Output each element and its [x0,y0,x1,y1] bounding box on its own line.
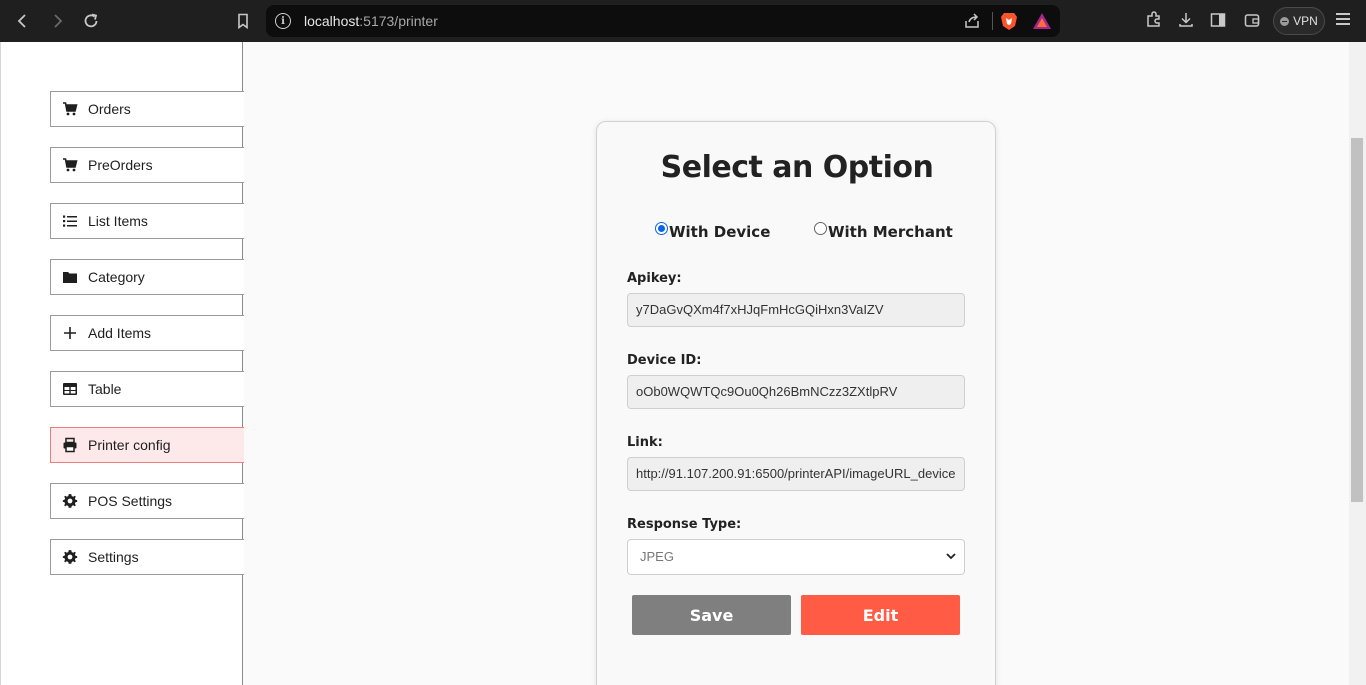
sidebar-item-label: PreOrders [88,157,153,173]
gear-icon [62,549,78,565]
edit-button[interactable]: Edit [801,595,960,635]
sidebar-item-label: Table [88,381,122,397]
apikey-input[interactable]: y7DaGvQXm4f7xHJqFmHcGQiHxn3VaIZV [627,293,965,327]
scrollbar-thumb[interactable] [1351,138,1363,502]
download-icon[interactable] [1177,11,1195,33]
reload-icon[interactable] [79,9,103,33]
sidebar-item-list-items[interactable]: List Items [50,203,244,239]
address-bar[interactable]: i localhost:5173/printer [266,5,1060,37]
device-id-label: Device ID: [627,353,702,368]
brave-rewards-icon[interactable] [1032,11,1052,35]
sidebar-item-table[interactable]: Table [50,371,244,407]
extensions-icon[interactable] [1145,11,1163,33]
sidebar-item-orders[interactable]: Orders [50,91,244,127]
table-icon [62,381,78,397]
url-text[interactable]: localhost:5173/printer [304,13,438,29]
sidebar-item-label: List Items [88,213,148,229]
radio-label: With Merchant [828,223,953,241]
page-title: Select an Option [660,150,934,185]
device-id-input[interactable]: oOb0WQWTQc9Ou0Qh26BmNCzz3ZXtlpRV [627,375,965,409]
bookmark-icon[interactable] [231,9,255,33]
sidebar-item-preorders[interactable]: PreOrders [50,147,244,183]
response-type-value: JPEG [640,549,674,564]
apikey-label: Apikey: [627,271,682,286]
folder-icon [62,269,78,285]
radio-circle[interactable] [814,222,827,235]
site-info-icon[interactable]: i [275,13,291,29]
browser-toolbar: i localhost:5173/printer VPN [0,0,1366,42]
wallet-icon[interactable] [1243,11,1261,33]
chevron-down-icon [946,553,956,560]
menu-icon[interactable] [1336,13,1350,28]
divider [992,12,993,30]
sidebar-item-label: Category [88,269,145,285]
vpn-status-icon [1280,16,1290,26]
link-label: Link: [627,435,663,450]
cart-icon [62,101,78,117]
cart-icon [62,157,78,173]
sidebar-item-settings[interactable]: Settings [50,539,244,575]
with-device-radio[interactable]: With Device [655,220,770,241]
save-button[interactable]: Save [632,595,791,635]
printer-config-card: Select an Option With Device With Mercha… [596,121,996,685]
radio-circle[interactable] [655,222,668,235]
brave-shields-icon[interactable] [999,11,1019,35]
sidebar-item-add-items[interactable]: Add Items [50,315,244,351]
sidebar-item-label: POS Settings [88,493,173,509]
page-viewport: Orders PreOrders List Items Category Add… [0,42,1366,685]
plus-icon [62,325,78,341]
response-type-label: Response Type: [627,517,742,532]
vpn-button[interactable]: VPN [1273,7,1325,35]
sidebar-toggle-icon[interactable] [1209,11,1227,33]
list-icon [62,213,78,229]
forward-icon[interactable] [45,9,69,33]
share-icon[interactable] [963,12,981,34]
radio-label: With Device [669,223,771,241]
sidebar-item-printer-config[interactable]: Printer config [50,427,244,463]
gear-icon [62,493,78,509]
sidebar-item-label: Printer config [88,437,171,453]
sidebar-item-label: Settings [88,549,139,565]
vpn-label: VPN [1293,14,1318,28]
back-icon[interactable] [11,9,35,33]
printer-icon [62,437,78,453]
sidebar-item-category[interactable]: Category [50,259,244,295]
sidebar-item-label: Orders [88,101,131,117]
sidebar-item-pos-settings[interactable]: POS Settings [50,483,244,519]
link-input[interactable]: http://91.107.200.91:6500/printerAPI/ima… [627,457,965,491]
with-merchant-radio[interactable]: With Merchant [814,220,953,241]
sidebar: Orders PreOrders List Items Category Add… [0,42,244,685]
sidebar-item-label: Add Items [88,325,152,341]
response-type-select[interactable]: JPEG [627,539,965,575]
